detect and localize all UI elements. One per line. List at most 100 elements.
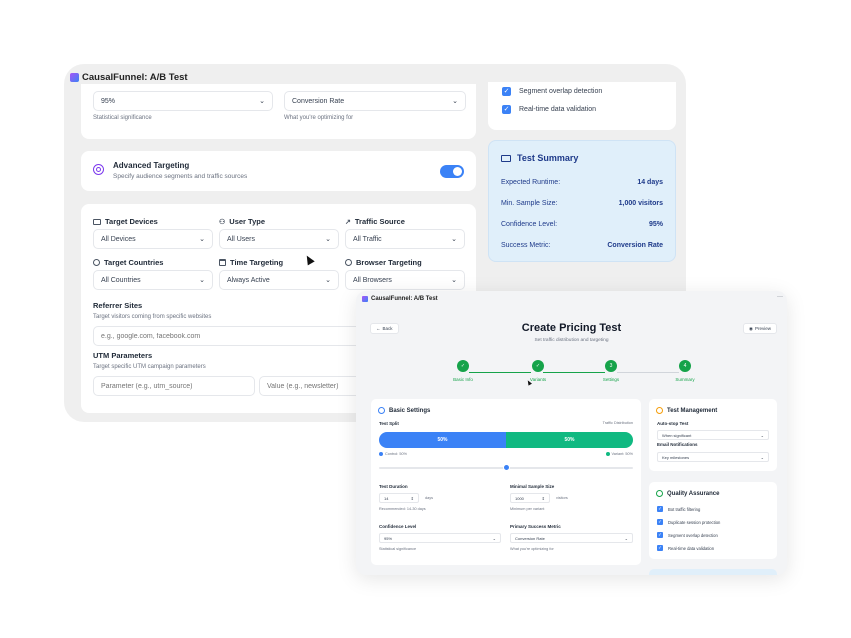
basic-settings-card: 95% ⌄ Statistical significance Conversio… — [81, 84, 476, 139]
browser-targeting-select[interactable]: All Browsers ⌄ — [345, 270, 465, 290]
utm-parameters-caption: Target specific UTM campaign parameters — [93, 364, 206, 370]
chevron-down-icon: ⌄ — [624, 535, 628, 541]
utm-parameter-input[interactable] — [93, 376, 255, 396]
metric-caption: What you're optimizing for — [510, 547, 554, 551]
quality-assurance-card: Quality Assurance ✓ Bot traffic filterin… — [649, 482, 777, 559]
settings-circle-icon — [378, 407, 385, 414]
globe-icon — [93, 259, 100, 266]
test-summary-card: Test Summary Expected Runtime: 14 days Mi… — [488, 140, 676, 262]
advanced-targeting-toggle[interactable] — [440, 165, 464, 178]
chevron-down-icon: ⌄ — [452, 98, 458, 105]
chevron-down-icon: ⌄ — [199, 236, 205, 243]
summary-row: Confidence Level: 95% — [501, 221, 663, 228]
advanced-targeting-card: Advanced Targeting Specify audience segm… — [81, 151, 476, 191]
variant-dot-icon — [605, 452, 610, 456]
sample-unit: visitors — [556, 496, 568, 500]
window-title: CausalFunnel: A/B Test — [70, 72, 188, 83]
duration-unit: days — [425, 496, 434, 500]
stepper-icon: ⇕ — [541, 495, 545, 501]
calendar-icon — [219, 259, 226, 266]
step-connector — [543, 372, 605, 373]
browser-targeting-label: Browser Targeting — [345, 258, 422, 267]
email-notifications-select[interactable]: Key milestones ⌄ — [657, 452, 769, 462]
toggle-knob — [453, 167, 462, 176]
confidence-caption: Statistical significance — [379, 547, 417, 551]
step-basic-info[interactable]: ✓ — [457, 360, 469, 372]
duration-caption: Recommended: 14-30 days — [379, 507, 426, 511]
traffic-distribution-label: Traffic Distribution — [602, 421, 633, 425]
sample-caption: Minimum per variant — [510, 507, 545, 511]
test-management-card: Test Management Auto-stop Test When sign… — [649, 399, 777, 471]
app-logo-icon — [70, 73, 79, 82]
step-label: Basic Info — [453, 377, 473, 382]
confidence-level-select[interactable]: 95% ⌄ — [379, 533, 501, 543]
split-slider-handle[interactable] — [502, 464, 510, 471]
page-title: Create Pricing Test — [521, 322, 622, 334]
step-label: Summary — [675, 377, 695, 382]
time-targeting-label: Time Targeting — [219, 258, 283, 267]
success-metric-select[interactable]: Conversion Rate ⌄ — [510, 533, 633, 543]
user-type-select[interactable]: All Users ⌄ — [219, 229, 339, 249]
confidence-caption: Statistical significance — [93, 115, 152, 121]
metric-value: Conversion Rate — [292, 97, 345, 105]
realtime-validation-checkbox[interactable]: ✓ Real-time data validation — [657, 545, 714, 551]
metric-select[interactable]: Conversion Rate ⌄ — [284, 91, 466, 111]
advanced-targeting-subtitle: Specify audience segments and traffic so… — [113, 173, 248, 180]
user-icon: ⚇ — [219, 218, 226, 226]
stepper-icon: ⇕ — [410, 495, 414, 501]
confidence-value: 95% — [101, 97, 116, 105]
target-countries-label: Target Countries — [93, 258, 163, 267]
advanced-targeting-title: Advanced Targeting — [113, 161, 190, 170]
summary-row: Success Metric: Conversion Rate — [501, 242, 663, 249]
quality-assurance-title: Quality Assurance — [656, 490, 719, 497]
duplicate-session-checkbox[interactable]: ✓ Duplicate session protection — [657, 519, 720, 525]
test-duration-label: Test Duration — [379, 484, 408, 489]
trend-icon: ↗ — [345, 218, 351, 226]
step-connector — [617, 372, 679, 373]
basic-settings-title: Basic Settings — [378, 407, 430, 414]
step-settings[interactable]: 3 — [605, 360, 617, 372]
step-connector — [469, 372, 531, 373]
confidence-select[interactable]: 95% ⌄ — [93, 91, 273, 111]
traffic-source-select[interactable]: All Traffic ⌄ — [345, 229, 465, 249]
segment-overlap-checkbox[interactable]: ✓ Segment overlap detection — [502, 87, 602, 96]
target-devices-select[interactable]: All Devices ⌄ — [93, 229, 213, 249]
checkbox-checked-icon: ✓ — [657, 506, 663, 512]
test-summary-title: Test Summary — [501, 153, 578, 163]
email-notifications-label: Email Notifications — [657, 442, 698, 447]
success-metric-label: Primary Success Metric — [510, 524, 561, 529]
page-subtitle: Set traffic distribution and targeting — [534, 338, 609, 343]
metric-caption: What you're optimizing for — [284, 115, 354, 121]
mail-icon — [501, 154, 511, 162]
chevron-down-icon: ⌄ — [325, 236, 331, 243]
checkbox-checked-icon: ✓ — [657, 519, 663, 525]
time-targeting-select[interactable]: Always Active ⌄ — [219, 270, 339, 290]
sample-size-label: Minimal Sample Size — [510, 484, 555, 489]
test-duration-input[interactable]: 14 ⇕ — [379, 493, 419, 503]
segment-overlap-checkbox[interactable]: ✓ Segment overlap detection — [657, 532, 718, 538]
shield-check-icon — [656, 490, 663, 497]
control-legend: Control: 50% — [379, 452, 407, 456]
quality-checks-card: ✓ Segment overlap detection ✓ Real-time … — [488, 82, 676, 130]
checkbox-checked-icon: ✓ — [657, 532, 663, 538]
realtime-validation-checkbox[interactable]: ✓ Real-time data validation — [502, 105, 596, 114]
step-variants[interactable]: ✓ — [532, 360, 544, 372]
chevron-down-icon: ⌄ — [451, 277, 457, 284]
chevron-down-icon: ⌄ — [451, 236, 457, 243]
chevron-down-icon: ⌄ — [760, 454, 764, 460]
traffic-split-bar: 50% 50% — [379, 432, 633, 448]
sample-size-input[interactable]: 1000 ⇕ — [510, 493, 550, 503]
chevron-down-icon: ⌄ — [325, 277, 331, 284]
summary-row: Min. Sample Size: 1,000 visitors — [501, 200, 663, 207]
bot-filtering-checkbox[interactable]: ✓ Bot traffic filtering — [657, 506, 700, 512]
browser-icon — [345, 259, 352, 266]
target-countries-select[interactable]: All Countries ⌄ — [93, 270, 213, 290]
utm-parameters-label: UTM Parameters — [93, 351, 153, 360]
step-summary[interactable]: 4 — [679, 360, 691, 372]
more-menu-icon[interactable]: ··· — [777, 294, 783, 300]
autostop-select[interactable]: When significant ⌄ — [657, 430, 769, 440]
control-dot-icon — [379, 452, 383, 456]
referrer-sites-label: Referrer Sites — [93, 301, 143, 310]
step-label: Settings — [602, 377, 620, 382]
front-app-window: CausalFunnel: A/B Test ··· ← Back ◉ Prev… — [356, 291, 787, 575]
